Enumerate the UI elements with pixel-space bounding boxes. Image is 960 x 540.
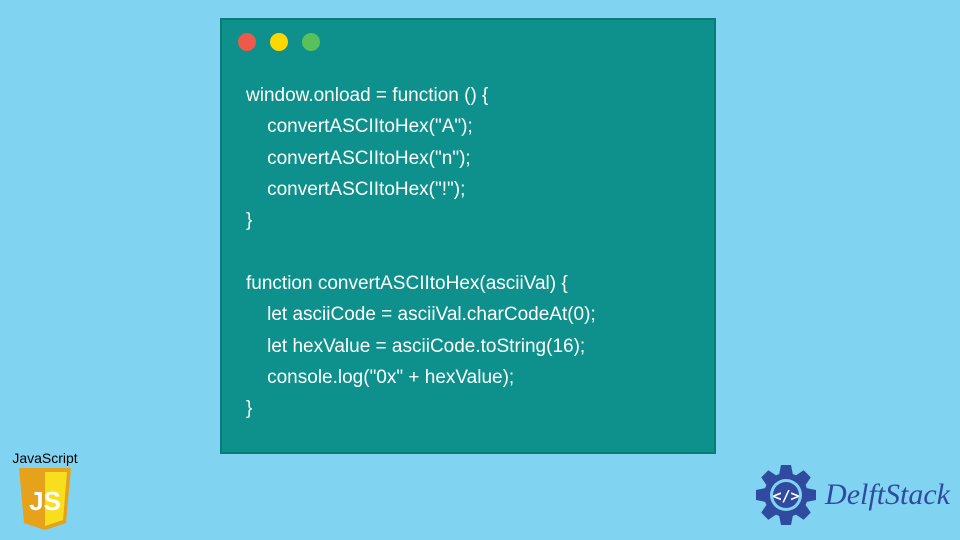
- code-block: window.onload = function () { convertASC…: [222, 64, 714, 425]
- window-maximize-icon: [302, 33, 320, 51]
- window-minimize-icon: [270, 33, 288, 51]
- delftstack-brand-text: DelftStack: [825, 478, 950, 512]
- code-window: window.onload = function () { convertASC…: [220, 18, 716, 454]
- js-shield-text: JS: [29, 486, 61, 516]
- javascript-shield-icon: JS: [17, 468, 73, 530]
- javascript-label: JavaScript: [5, 450, 85, 466]
- javascript-badge: JavaScript JS: [5, 450, 85, 530]
- delftstack-gear-icon: </>: [753, 462, 819, 528]
- svg-text:</>: </>: [773, 487, 800, 505]
- window-close-icon: [238, 33, 256, 51]
- delftstack-logo: </> DelftStack: [753, 462, 950, 528]
- window-titlebar: [222, 20, 714, 64]
